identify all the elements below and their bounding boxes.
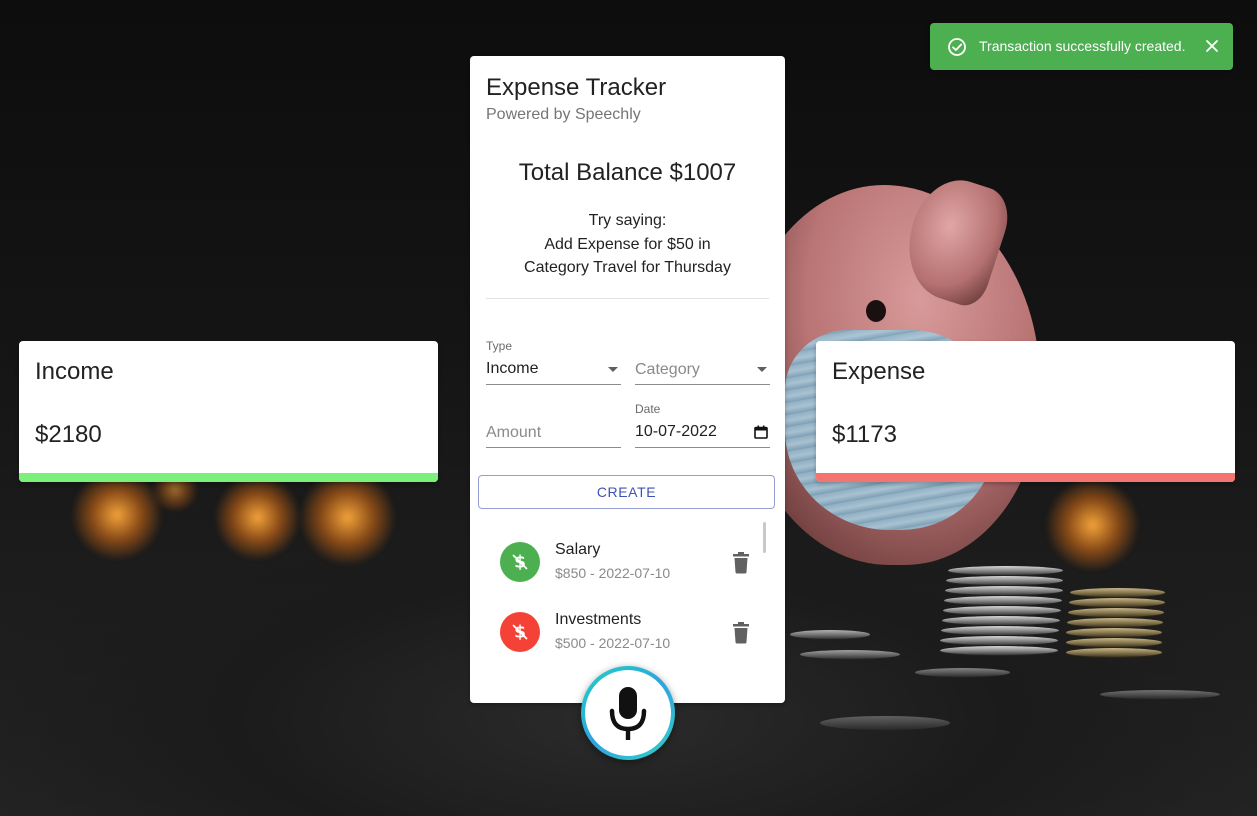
trash-icon[interactable] xyxy=(732,552,750,574)
close-icon[interactable] xyxy=(1205,39,1219,53)
date-value: 10-07-2022 xyxy=(635,423,717,440)
check-circle-icon xyxy=(948,38,966,56)
piggy-eye xyxy=(866,300,886,322)
bokeh-light xyxy=(1045,480,1140,570)
category-select[interactable]: Category xyxy=(635,339,770,385)
hint-line: Category Travel for Thursday xyxy=(524,259,731,276)
app-subtitle: Powered by Speechly xyxy=(486,106,641,123)
success-toast: Transaction successfully created. xyxy=(930,23,1233,70)
total-balance: Total Balance $1007 xyxy=(518,159,737,186)
type-value: Income xyxy=(486,360,539,377)
hint-line: Try saying: xyxy=(588,212,667,229)
trash-icon[interactable] xyxy=(732,622,750,644)
mic-button[interactable] xyxy=(585,670,671,756)
expense-card: Expense $1173 xyxy=(816,341,1235,482)
date-input[interactable]: Date 10-07-2022 xyxy=(635,401,770,448)
toast-message: Transaction successfully created. xyxy=(979,38,1186,54)
income-title: Income xyxy=(35,358,114,385)
type-underline xyxy=(486,384,621,385)
divider xyxy=(486,298,769,299)
income-amount: $2180 xyxy=(35,421,102,448)
amount-placeholder: Amount xyxy=(486,424,542,441)
amount-input[interactable]: Amount xyxy=(486,401,621,448)
type-label: Type xyxy=(486,339,513,353)
app-title: Expense Tracker xyxy=(486,74,667,101)
create-button[interactable]: CREATE xyxy=(478,475,775,509)
chevron-down-icon xyxy=(608,367,618,372)
expense-tracker-card: Expense Tracker Powered by Speechly Tota… xyxy=(470,56,785,703)
list-item[interactable]: $ Salary $850 - 2022-07-10 xyxy=(470,522,770,582)
list-item[interactable]: $ Investments $500 - 2022-07-10 xyxy=(470,592,770,652)
type-select[interactable]: Type Income xyxy=(486,339,621,385)
microphone-icon xyxy=(609,687,647,740)
bokeh-light xyxy=(72,470,162,560)
voice-hint: Try saying: Add Expense for $50 in Categ… xyxy=(470,209,785,280)
transaction-name: Investments xyxy=(555,611,642,628)
bokeh-light xyxy=(300,470,395,565)
expense-amount: $1173 xyxy=(832,421,897,448)
transaction-name: Salary xyxy=(555,541,601,558)
category-placeholder: Category xyxy=(635,361,700,378)
expense-accent-bar xyxy=(816,473,1235,482)
date-underline xyxy=(635,447,770,448)
income-card: Income $2180 xyxy=(19,341,438,482)
transaction-detail: $500 - 2022-07-10 xyxy=(555,635,671,651)
chevron-down-icon xyxy=(757,367,767,372)
hint-line: Add Expense for $50 in xyxy=(544,235,711,253)
date-label: Date xyxy=(635,402,661,416)
expense-title: Expense xyxy=(832,358,926,385)
calendar-icon[interactable] xyxy=(754,425,768,439)
income-accent-bar xyxy=(19,473,438,482)
dollar-icon: $ xyxy=(512,553,528,572)
amount-underline xyxy=(486,447,621,448)
bokeh-light xyxy=(215,475,300,560)
category-underline xyxy=(635,384,770,385)
dollar-icon: $ xyxy=(512,623,528,642)
transaction-avatar: $ xyxy=(500,542,540,582)
transaction-avatar: $ xyxy=(500,612,540,652)
transaction-detail: $850 - 2022-07-10 xyxy=(555,565,671,581)
